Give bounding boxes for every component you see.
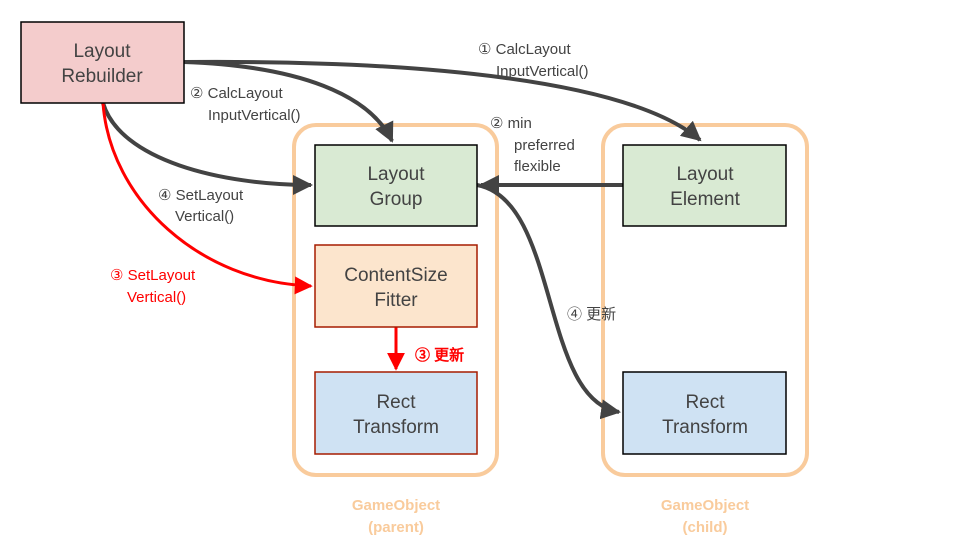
layout-group-node: Layout Group xyxy=(314,144,478,227)
edge-label: InputVertical() xyxy=(496,63,589,80)
edge-label: flexible xyxy=(514,158,561,175)
node-label: Rect xyxy=(685,392,725,413)
node-label: Transform xyxy=(662,417,748,438)
node-label: Rebuilder xyxy=(61,66,143,87)
edge-label: ④ 更新 xyxy=(567,306,616,323)
layout-element-node: Layout Element xyxy=(622,144,787,227)
node-label: Group xyxy=(370,189,423,210)
child-rect-transform-node: Rect Transform xyxy=(622,371,787,455)
content-size-fitter-node: ContentSize Fitter xyxy=(314,244,478,328)
node-label: Layout xyxy=(367,164,425,185)
container-label: GameObject xyxy=(661,497,749,514)
node-label: Element xyxy=(670,189,740,210)
edge-label: ② min xyxy=(490,115,532,132)
node-label: Layout xyxy=(676,164,734,185)
container-label: (child) xyxy=(683,519,728,536)
layout-rebuilder-node: Layout Rebuilder xyxy=(20,21,185,104)
edge-label: preferred xyxy=(514,137,575,154)
node-label: Layout xyxy=(73,41,131,62)
parent-rect-transform-node: Rect Transform xyxy=(314,371,478,455)
edge-label: Vertical() xyxy=(175,208,234,225)
container-label: GameObject xyxy=(352,497,440,514)
edge-label: Vertical() xyxy=(127,289,186,306)
node-label: Rect xyxy=(376,392,416,413)
layout-diagram: Layout Rebuilder Layout Group ContentSiz… xyxy=(20,21,809,536)
node-label: ContentSize xyxy=(344,265,448,286)
edge-label: ① CalcLayout xyxy=(478,41,571,58)
node-label: Fitter xyxy=(374,290,418,311)
node-label: Transform xyxy=(353,417,439,438)
edge-label: InputVertical() xyxy=(208,107,301,124)
edge-label: ④ SetLayout xyxy=(158,187,244,204)
edge-label: ③ 更新 xyxy=(415,346,464,364)
container-label: (parent) xyxy=(368,519,424,536)
edge-label: ② CalcLayout xyxy=(190,85,283,102)
edge-label: ③ SetLayout xyxy=(110,267,196,284)
